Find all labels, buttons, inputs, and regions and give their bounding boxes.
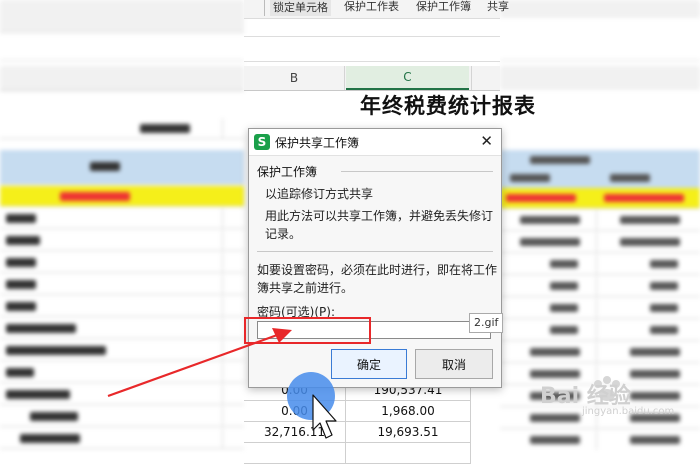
password-note: 如要设置密码，必须在此时进行，即在将工作簿共享之前进行。 [257,263,498,295]
divider [341,171,493,172]
highlight-box [244,317,371,344]
close-icon[interactable]: ✕ [480,132,493,150]
share-button[interactable]: 共享 [487,0,509,14]
formula-bar[interactable] [244,36,500,62]
dialog-titlebar[interactable]: S 保护共享工作簿 ✕ [249,129,501,156]
ok-button[interactable]: 确定 [331,349,407,379]
review-toolbar: 锁定单元格 保护工作表 保护工作簿 共享 [244,0,509,19]
click-indicator [287,372,335,420]
divider [257,251,493,252]
watermark-sub: jingyan.baidu.com [582,406,675,417]
cell-b-row4[interactable] [244,443,346,464]
cell-b-row3[interactable]: 32,716.11 [244,422,346,443]
section-label: 保护工作簿 [257,165,318,179]
column-header-d[interactable] [471,66,501,90]
sheet-title: 年终税费统计报表 [360,93,536,118]
description-text: 用此方法可以共享工作簿，并避免丢失修订记录。 [265,209,494,241]
blurred-sheet-left [0,0,244,450]
cell-c-row3[interactable]: 19,693.51 [346,422,471,443]
wps-logo-icon: S [254,134,270,150]
dialog-title: 保护共享工作簿 [275,136,360,150]
protect-workbook-button[interactable]: 保护工作簿 [416,0,471,14]
column-headers: B C [244,66,500,91]
protect-sheet-button[interactable]: 保护工作表 [344,0,399,14]
cell-c-row2[interactable]: 1,968.00 [346,401,471,422]
cell-c-row4[interactable] [346,443,471,464]
column-header-c[interactable]: C [346,66,469,90]
cancel-button[interactable]: 取消 [415,349,493,379]
lock-cell-button[interactable]: 锁定单元格 [270,0,331,16]
gif-tooltip: 2.gif [469,313,504,333]
track-changes-option[interactable]: 以追踪修订方式共享 [265,185,373,202]
protect-shared-workbook-dialog: S 保护共享工作簿 ✕ 保护工作簿 以追踪修订方式共享 用此方法可以共享工作簿，… [248,128,502,388]
column-header-b[interactable]: B [244,66,345,90]
